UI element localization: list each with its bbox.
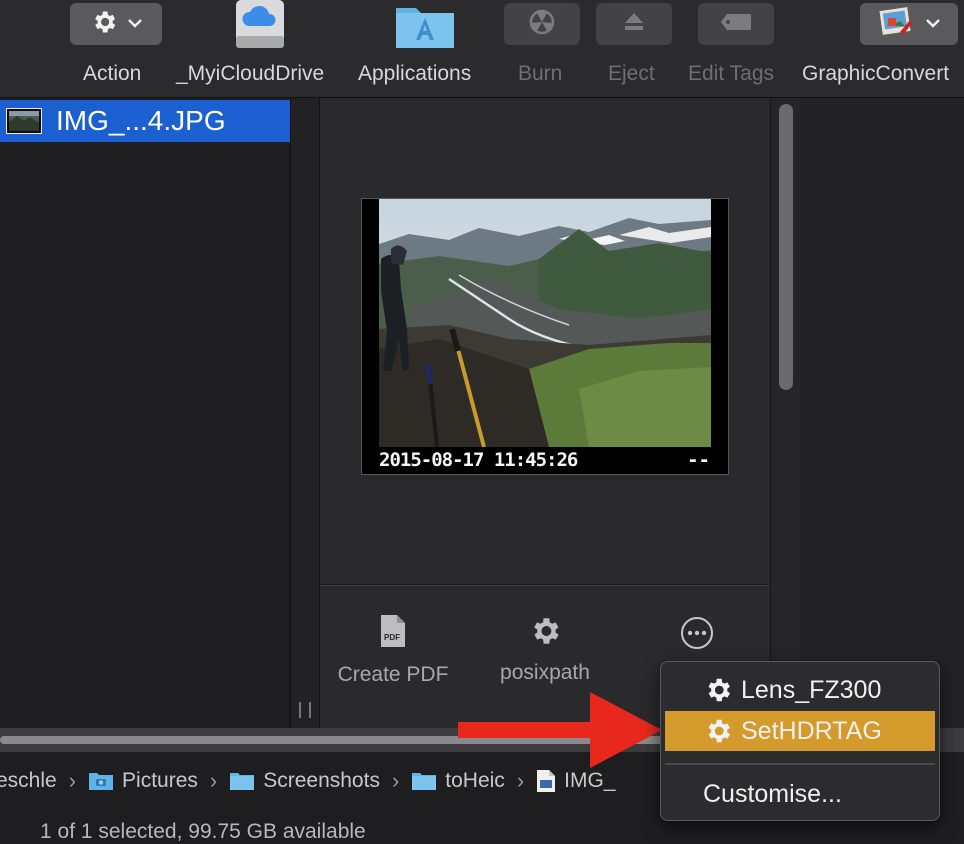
landscape-photo <box>379 199 711 447</box>
drive-icon <box>232 0 288 50</box>
graphicconverter-button[interactable]: GraphicConvert <box>802 0 958 97</box>
photo-timestamp: 2015-08-17 11:45:26 <box>379 449 578 471</box>
eject-button[interactable]: Eject <box>596 0 672 97</box>
selected-file-name: IMG_...4.JPG <box>56 105 226 136</box>
chevron-right-icon: › <box>391 768 400 793</box>
folder-icon <box>411 771 437 791</box>
column-divider[interactable] <box>290 98 320 728</box>
edit-tags-label: Edit Tags <box>688 62 774 85</box>
quick-actions-menu: Lens_FZ300 SetHDRTAG Customise... <box>660 661 940 821</box>
burn-button[interactable]: Burn <box>504 0 580 97</box>
burn-button-face[interactable] <box>504 3 580 45</box>
path-crumb-pictures-label: Pictures <box>122 769 198 792</box>
file-list-column <box>0 98 290 728</box>
scrollbar-thumb[interactable] <box>779 104 793 390</box>
toolbar: Action _MyiCloudDrive Applications Burn <box>0 0 964 98</box>
gear-icon <box>528 614 562 653</box>
action-button[interactable]: Action <box>70 0 162 97</box>
edit-tags-button-face[interactable] <box>698 3 774 45</box>
eject-icon <box>623 12 645 37</box>
applications-button[interactable]: Applications <box>358 0 471 97</box>
chevron-down-icon <box>926 15 940 33</box>
graphicconverter-app-icon <box>878 4 914 45</box>
eject-button-face[interactable] <box>596 3 672 45</box>
more-actions-button[interactable] <box>680 616 714 650</box>
applications-label: Applications <box>358 62 472 85</box>
posixpath-label: posixpath <box>500 661 590 684</box>
gear-icon <box>90 8 118 41</box>
path-crumb-user-label: eschle <box>0 769 57 792</box>
eject-label: Eject <box>608 62 655 85</box>
applications-folder-icon <box>394 0 456 50</box>
photo-extra-info: -- <box>687 449 710 471</box>
icloud-drive-label: _MyiCloudDrive <box>176 62 325 85</box>
image-thumbnail-icon <box>6 108 42 134</box>
tag-icon <box>719 12 753 37</box>
burn-label: Burn <box>518 62 563 85</box>
path-crumb-pictures[interactable]: Pictures <box>88 769 198 793</box>
menu-separator <box>665 763 935 765</box>
menu-item-label: Customise... <box>703 779 842 808</box>
menu-item-customise[interactable]: Customise... <box>665 774 935 814</box>
gear-icon <box>703 716 733 746</box>
graphicconverter-button-face[interactable] <box>860 3 958 45</box>
path-crumb-screenshots[interactable]: Screenshots <box>229 769 380 793</box>
graphicconverter-label: GraphicConvert <box>802 62 950 85</box>
image-preview: 2015-08-17 11:45:26 -- <box>361 198 729 475</box>
more-icon <box>680 617 714 654</box>
vertical-scrollbar[interactable] <box>770 98 800 728</box>
status-text: 1 of 1 selected, 99.75 GB available <box>40 820 366 843</box>
chevron-right-icon: › <box>209 768 218 793</box>
pdf-document-icon: PDF <box>380 614 406 653</box>
menu-item-lens-fz300[interactable]: Lens_FZ300 <box>665 670 935 710</box>
edit-tags-button[interactable]: Edit Tags <box>688 0 774 97</box>
path-crumb-screenshots-label: Screenshots <box>263 769 380 792</box>
pictures-folder-icon <box>88 771 114 791</box>
file-row-selected[interactable]: IMG_...4.JPG <box>0 100 290 142</box>
action-button-face[interactable] <box>70 3 162 45</box>
create-pdf-action[interactable]: PDF Create PDF <box>320 614 466 694</box>
chevron-down-icon <box>128 15 142 33</box>
gear-icon <box>703 675 733 705</box>
posixpath-action[interactable]: posixpath <box>482 614 608 694</box>
path-crumb-user[interactable]: eschle <box>0 769 57 793</box>
red-arrow-annotation <box>458 692 668 773</box>
action-label: Action <box>83 62 142 85</box>
icloud-drive-button[interactable]: _MyiCloudDrive <box>176 0 324 97</box>
resize-handle-icon[interactable] <box>299 702 311 718</box>
chevron-right-icon: › <box>68 768 77 793</box>
svg-text:PDF: PDF <box>384 633 400 642</box>
folder-icon <box>229 771 255 791</box>
burn-icon <box>529 9 555 40</box>
preview-pane: 2015-08-17 11:45:26 -- <box>320 98 770 584</box>
empty-column <box>800 98 964 728</box>
menu-item-label: SetHDRTAG <box>741 716 882 745</box>
menu-item-label: Lens_FZ300 <box>741 675 882 704</box>
menu-item-sethdrtag[interactable]: SetHDRTAG <box>665 711 935 751</box>
create-pdf-label: Create PDF <box>337 663 449 686</box>
